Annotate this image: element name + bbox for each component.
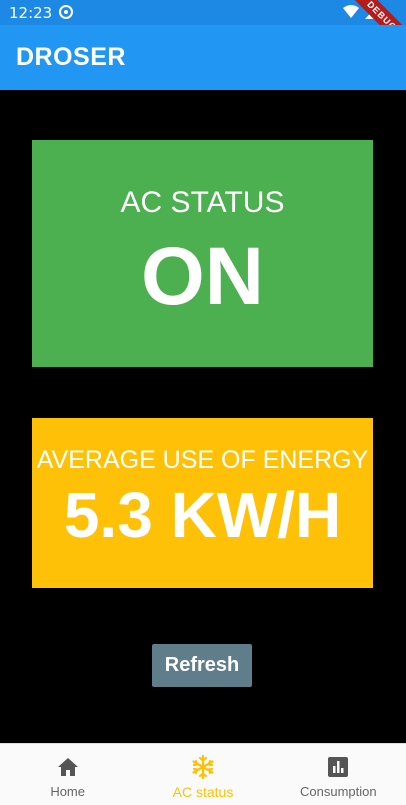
ac-status-label: AC STATUS	[120, 186, 285, 219]
nav-label-consumption: Consumption	[300, 784, 377, 799]
wifi-icon	[343, 5, 359, 18]
status-time: 12:23	[9, 4, 53, 22]
nav-label-ac-status: AC status	[172, 784, 234, 800]
bar-chart-icon	[326, 755, 350, 779]
nav-item-home[interactable]: Home	[0, 744, 135, 805]
app-bar: DROSER	[0, 25, 406, 90]
app-title: DROSER	[16, 43, 126, 71]
snowflake-icon	[191, 755, 215, 779]
status-bar: 12:23 DEBUG	[0, 0, 406, 58]
bottom-navigation: Home AC status Consumption	[0, 743, 406, 805]
refresh-button[interactable]: Refresh	[152, 644, 252, 687]
sync-icon	[59, 5, 73, 19]
energy-label: AVERAGE USE OF ENERGY	[36, 446, 369, 474]
ac-status-value: ON	[141, 231, 264, 322]
energy-value: 5.3 KW/H	[63, 479, 342, 551]
energy-card: AVERAGE USE OF ENERGY 5.3 KW/H	[32, 418, 373, 588]
nav-item-ac-status[interactable]: AC status	[135, 744, 270, 805]
home-icon	[56, 755, 80, 779]
nav-label-home: Home	[50, 784, 85, 799]
nav-item-consumption[interactable]: Consumption	[271, 744, 406, 805]
ac-status-card: AC STATUS ON	[32, 140, 373, 367]
